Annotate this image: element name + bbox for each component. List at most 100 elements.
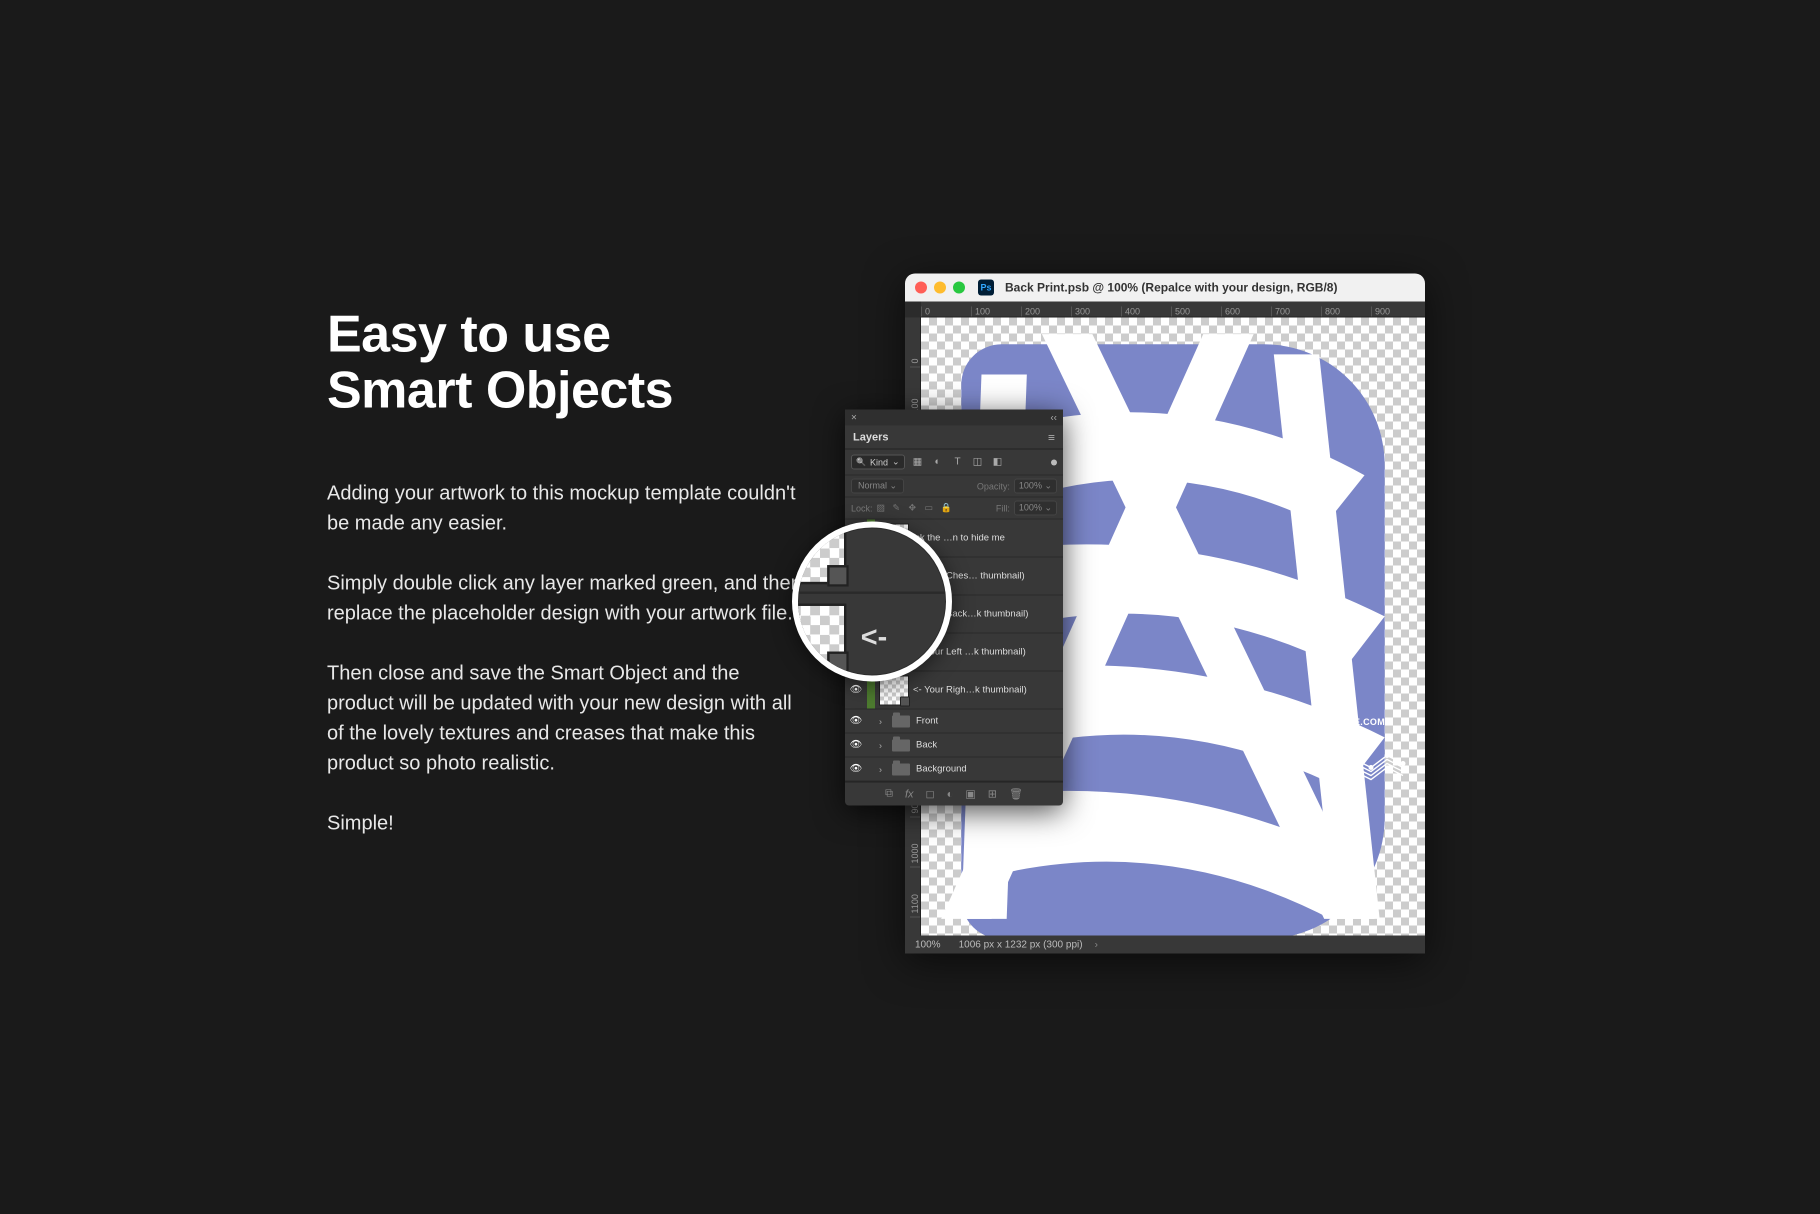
chevron-right-icon[interactable]: › [879, 764, 882, 774]
zoom-button[interactable] [953, 282, 965, 294]
heading-line2: Smart Objects [327, 362, 673, 420]
titlebar[interactable]: Ps Back Print.psb @ 100% (Repalce with y… [905, 274, 1425, 302]
layers-tab[interactable]: Layers ≡ [845, 426, 1063, 450]
filter-toggle[interactable] [1051, 459, 1057, 465]
watermark-lines-graphic [1337, 748, 1407, 793]
layers-panel-footer[interactable]: ⧉ fx ◻ ◐ ▣ ⊞ 🗑 [845, 782, 1063, 806]
layer-color-chip [867, 758, 875, 781]
filter-kind-dropdown[interactable]: Kind ⌄ [851, 455, 905, 470]
app-icon: Ps [978, 280, 994, 296]
lock-transparency-icon[interactable]: ▨ [877, 502, 889, 514]
ruler-tick: 700 [1271, 307, 1321, 317]
paragraph-1: Adding your artwork to this mockup templ… [327, 479, 802, 539]
layer-group-row[interactable]: › Background [845, 758, 1063, 782]
paragraph-3: Then close and save the Smart Object and… [327, 659, 802, 779]
ruler-tick: 0 [910, 318, 920, 368]
ruler-tick: 1000 [910, 818, 920, 868]
lock-all-icon[interactable]: 🔒 [941, 502, 953, 514]
fill-value[interactable]: 100% ⌄ [1014, 501, 1057, 516]
filter-shape-icon[interactable]: ◫ [971, 455, 985, 469]
ruler-tick: 900 [1371, 307, 1421, 317]
layer-thumbnail [792, 522, 846, 584]
ruler-horizontal[interactable]: 0 100 200 300 400 500 600 700 800 900 [921, 302, 1425, 318]
chevron-right-icon[interactable]: › [879, 716, 882, 726]
paragraph-2: Simply double click any layer marked gre… [327, 569, 802, 629]
ruler-tick: 400 [1121, 307, 1171, 317]
filter-adjustment-icon[interactable]: ◐ [931, 455, 945, 469]
chevron-right-icon[interactable]: › [879, 740, 882, 750]
lock-row[interactable]: Lock: ▨ ✎ ✥ ▭ 🔒 Fill: 100% ⌄ [845, 498, 1063, 520]
visibility-toggle[interactable] [845, 685, 867, 696]
heading: Easy to use Smart Objects [327, 307, 802, 419]
visibility-toggle[interactable] [845, 716, 867, 727]
zoom-layer-row: <- [792, 594, 952, 680]
panel-menu-icon[interactable]: ≡ [1048, 430, 1055, 444]
ruler-tick: 800 [1321, 307, 1371, 317]
collapse-icon[interactable]: ‹‹ [1050, 412, 1057, 423]
delete-layer-icon[interactable]: 🗑 [1009, 788, 1023, 801]
panel-tabbar[interactable]: × ‹‹ [845, 410, 1063, 426]
filter-type-icon[interactable]: T [951, 455, 965, 469]
group-name[interactable]: Back [916, 740, 1063, 751]
folder-icon [892, 715, 910, 727]
document-title: Back Print.psb @ 100% (Repalce with your… [1005, 281, 1337, 295]
layer-thumbnail [792, 602, 846, 669]
arrow-left-icon: <- [861, 619, 887, 653]
filter-smartobject-icon[interactable]: ◧ [991, 455, 1005, 469]
lock-position-icon[interactable]: ✥ [909, 502, 921, 514]
ruler-tick: 300 [1071, 307, 1121, 317]
blend-mode-row[interactable]: Normal ⌄ Opacity: 100% ⌄ [845, 476, 1063, 498]
layer-filter-row[interactable]: Kind ⌄ ▦ ◐ T ◫ ◧ [845, 450, 1063, 476]
visibility-toggle[interactable] [845, 764, 867, 775]
lock-pixels-icon[interactable]: ✎ [893, 502, 905, 514]
ruler-tick: 200 [1021, 307, 1071, 317]
new-layer-icon[interactable]: ⊞ [988, 788, 997, 801]
layer-style-icon[interactable]: fx [905, 788, 914, 800]
opacity-value[interactable]: 100% ⌄ [1014, 479, 1057, 494]
opacity-label: Opacity: [977, 481, 1010, 491]
layer-name[interactable]: <- Your Righ…k thumbnail) [913, 685, 1063, 696]
lock-label: Lock: [851, 503, 873, 513]
layer-mask-icon[interactable]: ◻ [926, 788, 935, 801]
status-dimensions: 1006 px x 1232 px (300 ppi) [959, 939, 1083, 950]
lock-artboard-icon[interactable]: ▭ [925, 502, 937, 514]
smartobject-badge-icon [827, 650, 849, 672]
magnifier-lens: <- [792, 522, 952, 682]
filter-pixel-icon[interactable]: ▦ [911, 455, 925, 469]
fill-label: Fill: [996, 503, 1010, 513]
status-bar: 100% 1006 px x 1232 px (300 ppi) › [905, 936, 1425, 954]
close-button[interactable] [915, 282, 927, 294]
layer-color-chip [867, 734, 875, 757]
layers-tab-label: Layers [853, 431, 888, 443]
status-zoom[interactable]: 100% [915, 939, 941, 950]
heading-line1: Easy to use [327, 306, 611, 364]
marketing-copy: Easy to use Smart Objects Adding your ar… [327, 307, 802, 839]
zoom-layer-row [792, 522, 952, 594]
blend-mode-dropdown[interactable]: Normal ⌄ [851, 479, 904, 494]
layer-group-row[interactable]: › Back [845, 734, 1063, 758]
visibility-toggle[interactable] [845, 740, 867, 751]
chevron-right-icon[interactable]: › [1095, 939, 1098, 950]
watermark-text: SHOP.STUDIOINNATE.COM ULTRAREAL [1249, 718, 1385, 738]
adjustment-layer-icon[interactable]: ◐ [947, 788, 954, 800]
folder-icon [892, 739, 910, 751]
watermark-icon [1249, 718, 1259, 728]
chevron-down-icon: ⌄ [892, 457, 900, 468]
ruler-tick: 0 [921, 307, 971, 317]
group-name[interactable]: Background [916, 764, 1063, 775]
ruler-tick: 500 [1171, 307, 1221, 317]
group-name[interactable]: Front [916, 716, 1063, 727]
new-group-icon[interactable]: ▣ [965, 788, 975, 801]
smartobject-badge-icon [827, 564, 849, 586]
minimize-button[interactable] [934, 282, 946, 294]
paragraph-4: Simple! [327, 809, 802, 839]
ruler-tick: 1100 [910, 868, 920, 918]
folder-icon [892, 763, 910, 775]
layer-color-chip [867, 710, 875, 733]
link-layers-icon[interactable]: ⧉ [885, 788, 893, 801]
ruler-tick: 100 [971, 307, 1021, 317]
layer-group-row[interactable]: › Front [845, 710, 1063, 734]
ruler-tick: 600 [1221, 307, 1271, 317]
smartobject-badge-icon [900, 696, 910, 706]
close-icon[interactable]: × [851, 412, 857, 423]
